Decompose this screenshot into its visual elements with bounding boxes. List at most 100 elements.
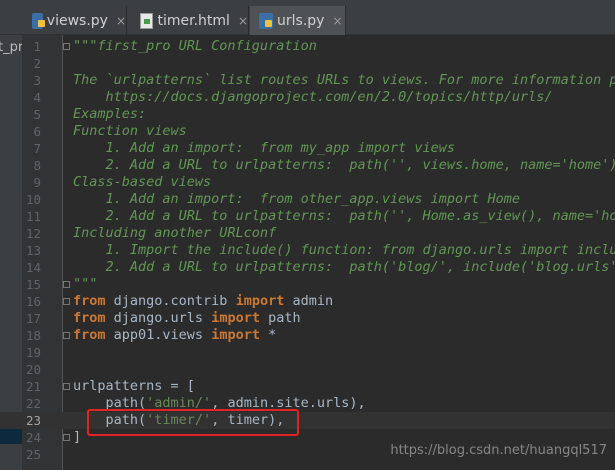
close-icon[interactable]: × xyxy=(332,14,342,28)
line-number: 23 xyxy=(25,413,41,428)
line-number: 1 xyxy=(33,39,41,54)
code-token: """ xyxy=(73,276,98,292)
close-icon[interactable]: × xyxy=(116,14,126,28)
code-line[interactable]: 15 """ xyxy=(0,276,615,293)
fold-marker-icon[interactable] xyxy=(63,332,70,339)
code-token: 2. Add a URL to urlpatterns: path('', vi… xyxy=(73,157,615,173)
fold-marker-icon[interactable] xyxy=(63,298,70,305)
code-token: from xyxy=(73,310,106,326)
fold-marker-icon[interactable] xyxy=(63,434,70,441)
code-token: django.urls xyxy=(105,310,212,326)
line-number: 9 xyxy=(33,175,41,190)
tab-label: timer.html xyxy=(157,12,230,29)
fold-marker-icon[interactable] xyxy=(63,383,70,390)
tab-label: views.py xyxy=(46,12,108,29)
code-line[interactable]: 20 xyxy=(0,361,615,378)
line-number: 18 xyxy=(25,328,41,343)
code-token: Including another URLconf xyxy=(73,225,277,241)
line-number: 17 xyxy=(25,311,41,326)
code-token: admin xyxy=(284,293,334,309)
code-token: urlpatterns = [ xyxy=(73,378,195,394)
line-number: 19 xyxy=(25,345,41,360)
tab-timer-html[interactable]: timer.html × xyxy=(128,6,249,35)
html-file-icon xyxy=(140,12,154,29)
tab-label: urls.py xyxy=(277,12,325,29)
code-line[interactable]: 7 1. Add an import: from my_app import v… xyxy=(0,140,615,157)
code-text: 2. Add a URL to urlpatterns: path('', Ho… xyxy=(73,208,615,225)
line-number: 20 xyxy=(25,362,41,377)
code-line[interactable]: 12 Including another URLconf xyxy=(0,225,615,242)
code-token: Class-based views xyxy=(73,174,212,190)
code-line[interactable]: 9 Class-based views xyxy=(0,174,615,191)
line-number: 12 xyxy=(25,226,41,241)
line-number: 2 xyxy=(33,56,41,71)
code-line[interactable]: 21 urlpatterns = [ xyxy=(0,378,615,395)
code-token: ] xyxy=(73,429,82,445)
code-token: https://docs.djangoproject.com/en/2.0/to… xyxy=(73,89,553,105)
code-token: import xyxy=(235,293,285,309)
code-line[interactable]: 8 2. Add a URL to urlpatterns: path('', … xyxy=(0,157,615,174)
code-text: from django.contrib import admin xyxy=(73,293,333,310)
code-line[interactable]: 5 Examples: xyxy=(0,106,615,123)
line-number: 14 xyxy=(25,260,41,275)
code-line[interactable]: 14 2. Add a URL to urlpatterns: path('bl… xyxy=(0,259,615,276)
code-token: from xyxy=(73,293,106,309)
line-number: 22 xyxy=(25,396,41,411)
code-token: """first_pro URL Configuration xyxy=(73,38,317,54)
code-editor[interactable]: 1 """first_pro URL Configuration 2 3 The `ur… xyxy=(0,38,615,463)
code-line[interactable]: 2 xyxy=(0,55,615,72)
line-number: 5 xyxy=(33,107,41,122)
code-token: 1. Add an import: from other_app.views i… xyxy=(73,191,521,207)
code-text: """ xyxy=(73,276,97,293)
line-number: 3 xyxy=(33,73,41,88)
code-text: Class-based views xyxy=(73,174,211,191)
code-text: from app01.views import * xyxy=(73,327,276,344)
code-line[interactable]: 16 from django.contrib import admin xyxy=(0,293,615,310)
line-number: 21 xyxy=(25,379,41,394)
code-text: 1. Add an import: from other_app.views i… xyxy=(73,191,521,208)
code-text: 2. Add a URL to urlpatterns: path('', vi… xyxy=(73,157,615,174)
fold-marker-icon[interactable] xyxy=(63,43,70,50)
code-text: The `urlpatterns` list routes URLs to vi… xyxy=(73,72,615,89)
watermark: https://blog.csdn.net/huangql517 xyxy=(390,443,607,458)
code-line[interactable]: 19 xyxy=(0,344,615,361)
code-token: from xyxy=(73,327,106,343)
code-token: app01.views xyxy=(105,327,212,343)
line-number: 25 xyxy=(25,447,41,462)
code-line[interactable]: 11 2. Add a URL to urlpatterns: path('',… xyxy=(0,208,615,225)
code-text: Including another URLconf xyxy=(73,225,276,242)
tab-views-py[interactable]: views.py × xyxy=(25,6,127,35)
line-number: 4 xyxy=(33,90,41,105)
code-token: Examples: xyxy=(73,106,147,122)
code-token: import xyxy=(211,310,260,326)
tab-urls-py[interactable]: urls.py × xyxy=(250,6,346,35)
code-text: 1. Import the include() function: from d… xyxy=(73,242,615,259)
code-line[interactable]: 13 1. Import the include() function: fro… xyxy=(0,242,615,259)
code-token: 2. Add a URL to urlpatterns: path('blog/… xyxy=(73,259,615,275)
code-token: * xyxy=(259,327,277,343)
code-line[interactable]: 18 from app01.views import * xyxy=(0,327,615,344)
code-token: 2. Add a URL to urlpatterns: path('', Ho… xyxy=(73,208,615,224)
line-number: 8 xyxy=(33,158,41,173)
fold-marker-icon[interactable] xyxy=(63,281,70,288)
line-number: 6 xyxy=(33,124,41,139)
code-token: path xyxy=(259,310,301,326)
code-text: from django.urls import path xyxy=(73,310,301,327)
code-token: 1. Add an import: from my_app import vie… xyxy=(73,140,456,156)
code-line[interactable]: 1 """first_pro URL Configuration xyxy=(0,38,615,55)
line-number: 13 xyxy=(25,243,41,258)
line-number: 16 xyxy=(25,294,41,309)
editor-tab-bar: views.py × timer.html × urls.py × xyxy=(0,0,615,35)
close-icon[interactable]: × xyxy=(238,14,248,28)
code-line[interactable]: 17 from django.urls import path xyxy=(0,310,615,327)
annotation-highlight-box xyxy=(87,409,299,436)
code-line[interactable]: 10 1. Add an import: from other_app.view… xyxy=(0,191,615,208)
code-text: urlpatterns = [ xyxy=(73,378,195,395)
code-text: 2. Add a URL to urlpatterns: path('blog/… xyxy=(73,259,615,276)
code-line[interactable]: 4 https://docs.djangoproject.com/en/2.0/… xyxy=(0,89,615,106)
code-token: Function views xyxy=(73,123,187,139)
code-text: ] xyxy=(73,429,81,446)
code-line[interactable]: 3 The `urlpatterns` list routes URLs to v… xyxy=(0,72,615,89)
code-line[interactable]: 6 Function views xyxy=(0,123,615,140)
line-number: 24 xyxy=(25,430,41,445)
